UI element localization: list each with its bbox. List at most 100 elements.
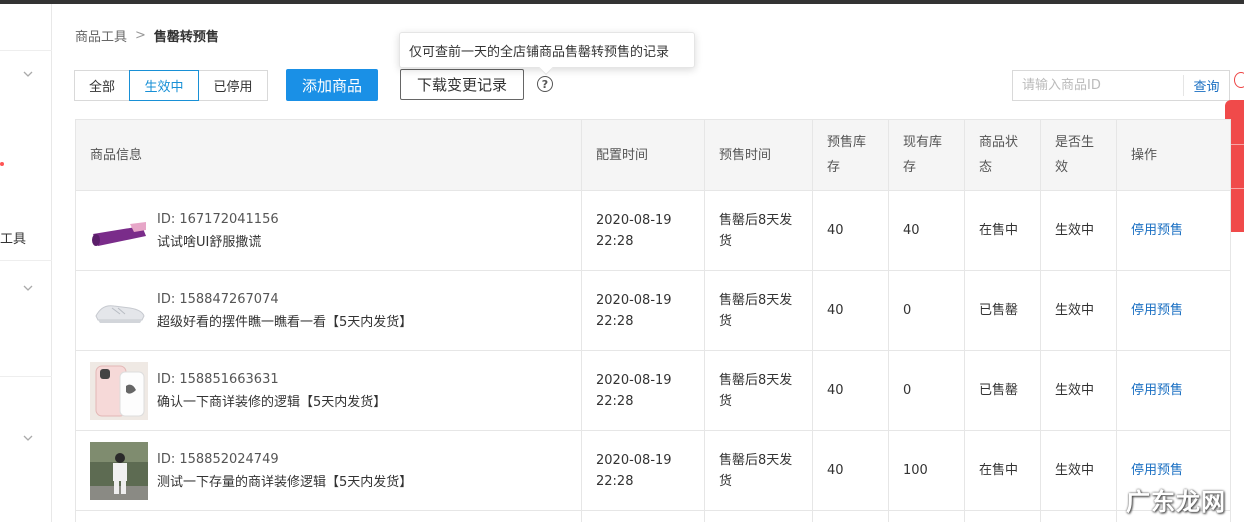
tooltip-arrow — [538, 60, 554, 76]
header-config-time: 配置时间 — [581, 119, 705, 191]
header-presale-time: 预售时间 — [704, 119, 813, 191]
table-row — [75, 510, 1231, 522]
effective-cell: 生效中 — [1040, 350, 1117, 431]
header-effective: 是否生效 — [1040, 119, 1117, 191]
current-stock-cell: 40 — [888, 190, 965, 271]
sneaker-image[interactable] — [90, 281, 148, 340]
current-stock-cell: 0 — [888, 270, 965, 351]
presale-time-cell — [704, 510, 813, 522]
breadcrumb-current: 售罄转预售 — [153, 30, 219, 45]
phone-case-image[interactable] — [90, 361, 148, 420]
effective-cell: 生效中 — [1040, 270, 1117, 351]
config-time-cell: 2020-08-19 22:28 — [581, 190, 705, 271]
status-cell: 在售中 — [964, 190, 1041, 271]
table-row: ID: 158847267074 超级好看的摆件瞧一瞧看一看【5天内发货】 20… — [75, 270, 1231, 351]
float-bar-divider — [1229, 188, 1244, 189]
effective-cell: 生效中 — [1040, 430, 1117, 511]
table-row: ID: 158852024749 测试一下存量的商详装修逻辑【5天内发货】 20… — [75, 430, 1231, 511]
sidebar-divider — [0, 50, 52, 51]
watermark-logo: 广东龙网 — [1126, 488, 1226, 516]
float-bar-divider — [1229, 144, 1244, 145]
config-time-cell — [581, 510, 705, 522]
product-name[interactable]: 测试一下存量的商详装修逻辑【5天内发货】 — [157, 472, 412, 493]
search-button[interactable]: 查询 — [1183, 75, 1229, 96]
product-id: ID: 167172041156 — [157, 211, 279, 227]
status-cell: 已售罄 — [964, 270, 1041, 351]
presale-stock-cell: 40 — [812, 270, 889, 351]
tooltip: 仅可查前一天的全店铺商品售罄转预售的记录 — [399, 32, 695, 76]
disable-presale-link[interactable]: 停用预售 — [1116, 270, 1231, 351]
download-records-button[interactable]: 下载变更记录 — [400, 69, 524, 100]
presale-time-cell: 售罄后8天发货 — [704, 350, 813, 431]
add-product-button[interactable]: 添加商品 — [286, 69, 378, 101]
sidebar-divider — [0, 376, 52, 377]
person-photo-image[interactable] — [90, 441, 148, 500]
presale-table: 商品信息 配置时间 预售时间 预售库存 现有库存 商品状态 是否生效 操作 ID… — [75, 119, 1231, 522]
filter-active[interactable]: 生效中 — [129, 70, 199, 101]
filter-all[interactable]: 全部 — [74, 70, 130, 101]
presale-stock-cell: 40 — [812, 190, 889, 271]
config-date: 2020-08-19 — [596, 372, 672, 388]
table-header-row: 商品信息 配置时间 预售时间 预售库存 现有库存 商品状态 是否生效 操作 — [75, 119, 1231, 191]
disable-presale-link[interactable]: 停用预售 — [1116, 350, 1231, 431]
product-cell — [75, 510, 582, 522]
product-cell: ID: 158851663631 确认一下商详装修的逻辑【5天内发货】 — [75, 350, 582, 431]
table-row: ID: 158851663631 确认一下商详装修的逻辑【5天内发货】 2020… — [75, 350, 1231, 431]
chevron-down-icon[interactable] — [22, 282, 34, 294]
current-stock-cell: 100 — [888, 430, 965, 511]
effective-cell — [1040, 510, 1117, 522]
breadcrumb-parent[interactable]: 商品工具 — [75, 26, 127, 45]
sidebar-divider — [0, 260, 52, 261]
config-time-cell: 2020-08-19 22:28 — [581, 350, 705, 431]
notification-dot — [0, 162, 4, 166]
config-date: 2020-08-19 — [596, 212, 672, 228]
config-clock: 22:28 — [596, 393, 634, 409]
config-time-cell: 2020-08-19 22:28 — [581, 270, 705, 351]
disable-presale-link[interactable]: 停用预售 — [1116, 190, 1231, 271]
presale-stock-cell: 40 — [812, 350, 889, 431]
chevron-down-icon[interactable] — [22, 432, 34, 444]
breadcrumb-separator: > — [135, 28, 146, 43]
config-clock: 22:28 — [596, 313, 634, 329]
config-date: 2020-08-19 — [596, 452, 672, 468]
help-icon[interactable]: ? — [537, 76, 553, 92]
sidebar: 工具 — [0, 4, 52, 522]
tooltip-text: 仅可查前一天的全店铺商品售罄转预售的记录 — [409, 44, 670, 60]
presale-stock-cell: 40 — [812, 430, 889, 511]
main-content: 商品工具 > 售罄转预售 全部 生效中 已停用 添加商品 下载变更记录 ? 仅可… — [53, 4, 1244, 522]
presale-time-cell: 售罄后8天发货 — [704, 270, 813, 351]
filter-disabled[interactable]: 已停用 — [198, 70, 268, 101]
config-date: 2020-08-19 — [596, 292, 672, 308]
current-stock-cell — [888, 510, 965, 522]
presale-time-cell: 售罄后8天发货 — [704, 430, 813, 511]
status-filter-group: 全部 生效中 已停用 — [74, 70, 268, 101]
status-cell: 在售中 — [964, 430, 1041, 511]
header-status: 商品状态 — [964, 119, 1041, 191]
header-product: 商品信息 — [75, 119, 582, 191]
header-operation: 操作 — [1116, 119, 1231, 191]
sidebar-item-tools-label[interactable]: 工具 — [0, 228, 26, 247]
product-id-input[interactable] — [1013, 71, 1173, 100]
status-cell — [964, 510, 1041, 522]
search-box: 查询 — [1012, 70, 1230, 101]
product-id: ID: 158847267074 — [157, 291, 279, 307]
product-name[interactable]: 超级好看的摆件瞧一瞧看一看【5天内发货】 — [157, 312, 412, 333]
table-row: ID: 167172041156 试试啥UI舒服撒谎 2020-08-19 22:… — [75, 190, 1231, 271]
config-clock: 22:28 — [596, 233, 634, 249]
chevron-down-icon[interactable] — [22, 68, 34, 80]
breadcrumb: 商品工具 > 售罄转预售 — [75, 26, 219, 45]
config-clock: 22:28 — [596, 473, 634, 489]
presale-time-cell: 售罄后8天发货 — [704, 190, 813, 271]
header-current-stock: 现有库存 — [888, 119, 965, 191]
product-name[interactable]: 试试啥UI舒服撒谎 — [157, 232, 279, 253]
yoga-mat-image[interactable] — [90, 201, 148, 260]
smile-icon[interactable] — [1234, 72, 1244, 88]
product-id: ID: 158852024749 — [157, 451, 279, 467]
header-presale-stock: 预售库存 — [812, 119, 889, 191]
product-name[interactable]: 确认一下商详装修的逻辑【5天内发货】 — [157, 392, 386, 413]
effective-cell: 生效中 — [1040, 190, 1117, 271]
product-cell: ID: 158847267074 超级好看的摆件瞧一瞧看一看【5天内发货】 — [75, 270, 582, 351]
product-cell: ID: 167172041156 试试啥UI舒服撒谎 — [75, 190, 582, 271]
product-cell: ID: 158852024749 测试一下存量的商详装修逻辑【5天内发货】 — [75, 430, 582, 511]
config-time-cell: 2020-08-19 22:28 — [581, 430, 705, 511]
